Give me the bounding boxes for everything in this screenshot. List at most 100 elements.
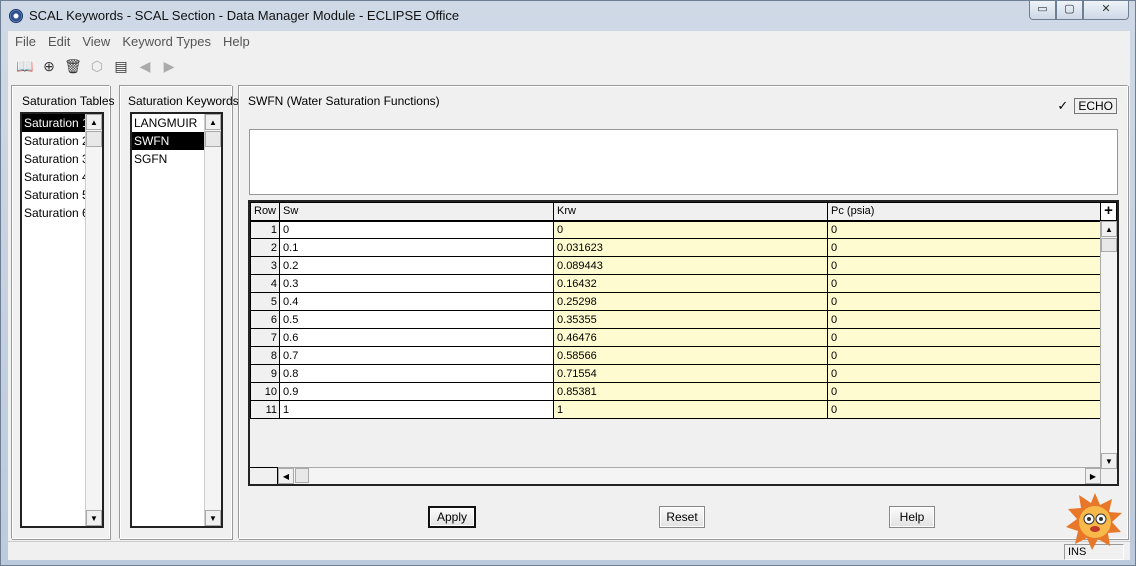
krw-cell[interactable]: 0	[553, 220, 829, 239]
maximize-button[interactable]: ▢	[1056, 1, 1083, 20]
row-number-cell[interactable]: 11	[250, 400, 281, 419]
table-row: 3 0.2 0.089443 0	[250, 256, 1103, 275]
table-row: 9 0.8 0.71554 0	[250, 364, 1103, 383]
table-row: 5 0.4 0.25298 0	[250, 292, 1103, 311]
scroll-up-icon[interactable]: ▲	[205, 114, 221, 130]
close-button[interactable]: ✕	[1083, 1, 1129, 20]
scroll-up-icon[interactable]: ▲	[86, 114, 102, 130]
sw-cell[interactable]: 0.9	[279, 382, 555, 401]
krw-cell[interactable]: 0.089443	[553, 256, 829, 275]
pc-cell[interactable]: 0	[827, 274, 1103, 293]
menu-keyword-types[interactable]: Keyword Types	[116, 34, 217, 49]
pc-cell[interactable]: 0	[827, 346, 1103, 365]
krw-cell[interactable]: 0.25298	[553, 292, 829, 311]
row-number-cell[interactable]: 9	[250, 364, 281, 383]
scroll-thumb[interactable]	[295, 468, 309, 483]
app-logo-icon	[9, 9, 23, 23]
scroll-thumb[interactable]	[205, 131, 221, 147]
grid-vertical-scrollbar[interactable]: ▲ ▼	[1100, 221, 1117, 469]
keyword-editor-panel: SWFN (Water Saturation Functions) ✓ ECHO	[238, 85, 1128, 539]
title-bar[interactable]: SCAL Keywords - SCAL Section - Data Mana…	[1, 1, 1135, 31]
add-column-icon[interactable]: +	[1100, 202, 1117, 221]
menu-edit[interactable]: Edit	[42, 34, 76, 49]
saturation-keywords-list[interactable]: LANGMUIR SWFN SGFN ▲ ▼	[130, 112, 223, 528]
row-number-cell[interactable]: 8	[250, 346, 281, 365]
pc-cell[interactable]: 0	[827, 328, 1103, 347]
menu-bar: File Edit View Keyword Types Help	[8, 31, 1130, 51]
menu-view[interactable]: View	[76, 34, 116, 49]
menu-help[interactable]: Help	[217, 34, 256, 49]
scroll-down-icon[interactable]: ▼	[86, 510, 102, 526]
sw-cell[interactable]: 0.7	[279, 346, 555, 365]
saturation-tables-list[interactable]: Saturation 1 Saturation 2 Saturation 3 Satu…	[20, 112, 104, 528]
table-row: 11 1 1 0	[250, 400, 1103, 419]
sw-cell[interactable]: 0.2	[279, 256, 555, 275]
sw-cell[interactable]: 1	[279, 400, 555, 419]
row-number-cell[interactable]: 10	[250, 382, 281, 401]
echo-button[interactable]: ECHO	[1074, 98, 1117, 114]
help-button[interactable]: Help	[889, 506, 935, 528]
pc-cell[interactable]: 0	[827, 238, 1103, 257]
pc-cell[interactable]: 0	[827, 382, 1103, 401]
comment-textarea[interactable]	[249, 129, 1118, 195]
menu-file[interactable]: File	[8, 34, 42, 49]
crosshair-icon[interactable]: ⊕	[40, 57, 58, 75]
row-number-cell[interactable]: 2	[250, 238, 281, 257]
krw-cell[interactable]: 0.46476	[553, 328, 829, 347]
sw-cell[interactable]: 0.4	[279, 292, 555, 311]
krw-cell[interactable]: 0.71554	[553, 364, 829, 383]
sw-cell[interactable]: 0	[279, 220, 555, 239]
scroll-right-icon[interactable]: ▶	[1085, 468, 1101, 484]
scroll-left-icon[interactable]: ◀	[278, 468, 294, 484]
krw-cell[interactable]: 0.58566	[553, 346, 829, 365]
toolbar: 📖 ⊕ 🗑 ⬡ ▤ ◀ ▶	[8, 51, 1130, 81]
pc-cell[interactable]: 0	[827, 364, 1103, 383]
column-header-krw[interactable]: Krw	[553, 202, 829, 222]
reset-button[interactable]: Reset	[659, 506, 705, 528]
krw-cell[interactable]: 0.35355	[553, 310, 829, 329]
back-arrow-icon[interactable]: ◀	[136, 57, 154, 75]
krw-cell[interactable]: 0.16432	[553, 274, 829, 293]
row-number-cell[interactable]: 5	[250, 292, 281, 311]
sw-cell[interactable]: 0.1	[279, 238, 555, 257]
table-row: 8 0.7 0.58566 0	[250, 346, 1103, 365]
vertical-scrollbar[interactable]: ▲ ▼	[204, 114, 221, 526]
krw-cell[interactable]: 0.031623	[553, 238, 829, 257]
scroll-thumb[interactable]	[1101, 238, 1117, 252]
row-number-cell[interactable]: 3	[250, 256, 281, 275]
row-number-cell[interactable]: 6	[250, 310, 281, 329]
row-number-cell[interactable]: 7	[250, 328, 281, 347]
sw-cell[interactable]: 0.8	[279, 364, 555, 383]
sw-cell[interactable]: 0.6	[279, 328, 555, 347]
scroll-down-icon[interactable]: ▼	[1101, 453, 1117, 469]
krw-cell[interactable]: 1	[553, 400, 829, 419]
pc-cell[interactable]: 0	[827, 292, 1103, 311]
sw-cell[interactable]: 0.3	[279, 274, 555, 293]
row-number-cell[interactable]: 1	[250, 220, 281, 239]
scroll-up-icon[interactable]: ▲	[1101, 221, 1117, 237]
eraser-icon[interactable]: ⬡	[88, 57, 106, 75]
column-header-pc[interactable]: Pc (psia)	[827, 202, 1103, 222]
scroll-thumb[interactable]	[86, 131, 102, 147]
krw-cell[interactable]: 0.85381	[553, 382, 829, 401]
trash-icon[interactable]: 🗑	[64, 57, 82, 75]
echo-toggle[interactable]: ✓ ECHO	[1057, 98, 1117, 114]
minimize-button[interactable]: ▭	[1029, 1, 1056, 20]
report-icon[interactable]: ▤	[112, 57, 130, 75]
column-header-row[interactable]: Row	[250, 202, 281, 222]
vertical-scrollbar[interactable]: ▲ ▼	[85, 114, 102, 526]
pc-cell[interactable]: 0	[827, 400, 1103, 419]
scroll-down-icon[interactable]: ▼	[205, 510, 221, 526]
column-header-sw[interactable]: Sw	[279, 202, 555, 222]
forward-arrow-icon[interactable]: ▶	[160, 57, 178, 75]
sw-cell[interactable]: 0.5	[279, 310, 555, 329]
row-number-cell[interactable]: 4	[250, 274, 281, 293]
apply-button[interactable]: Apply	[428, 506, 476, 528]
window-title: SCAL Keywords - SCAL Section - Data Mana…	[29, 8, 460, 23]
pc-cell[interactable]: 0	[827, 256, 1103, 275]
book-icon[interactable]: 📖	[16, 57, 34, 75]
grid-horizontal-scrollbar[interactable]: ◀ ▶	[278, 467, 1101, 484]
pc-cell[interactable]: 0	[827, 310, 1103, 329]
checkmark-icon[interactable]: ✓	[1057, 99, 1070, 113]
pc-cell[interactable]: 0	[827, 220, 1103, 239]
